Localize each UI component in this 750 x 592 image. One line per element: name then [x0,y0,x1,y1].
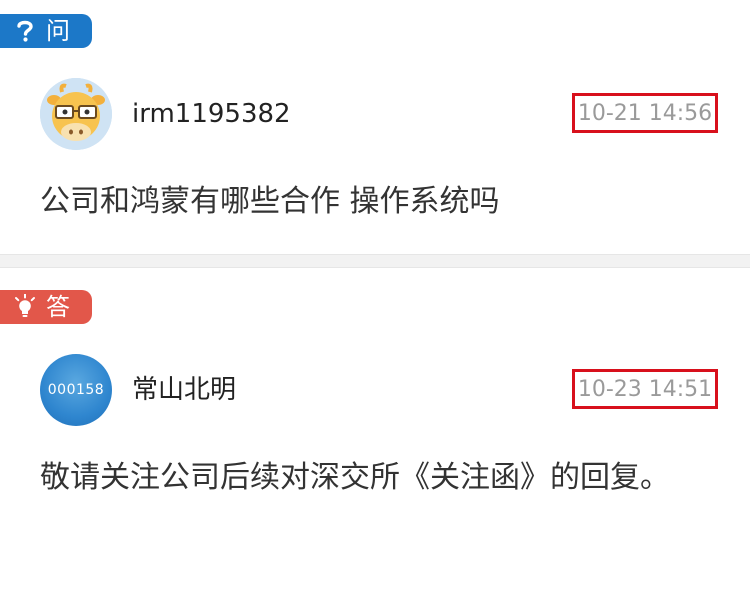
answer-tag-label: 答 [46,293,70,321]
question-timestamp: 10-21 14:56 [572,93,718,133]
question-section: 问 irm1195382 10-21 14:56 公司和鸿蒙有哪些合作 操作系统… [0,0,750,254]
question-text: 公司和鸿蒙有哪些合作 操作系统吗 [40,184,500,219]
lightbulb-icon [14,294,36,320]
cow-avatar-icon [40,78,112,150]
avatar-stock-code: 000158 [47,382,105,398]
avatar[interactable] [40,78,112,150]
question-tag: 问 [0,14,92,48]
answer-timestamp: 10-23 14:51 [572,369,718,409]
company-avatar[interactable]: 000158 [40,354,112,426]
question-mark-icon [14,18,36,44]
answer-text: 敬请关注公司后续对深交所《关注函》的回复。 [40,460,670,495]
answer-tag: 答 [0,290,92,324]
question-username[interactable]: irm1195382 [132,96,291,132]
answer-section: 答 000158 常山北明 10-23 14:51 敬请关注公司后续对深交所《关… [0,268,750,592]
qa-page: 问 irm1195382 10-21 14:56 公司和鸿蒙有哪些合作 操作系统… [0,0,750,592]
section-divider [0,254,750,268]
answer-username[interactable]: 常山北明 [132,372,236,408]
question-tag-label: 问 [46,17,70,45]
